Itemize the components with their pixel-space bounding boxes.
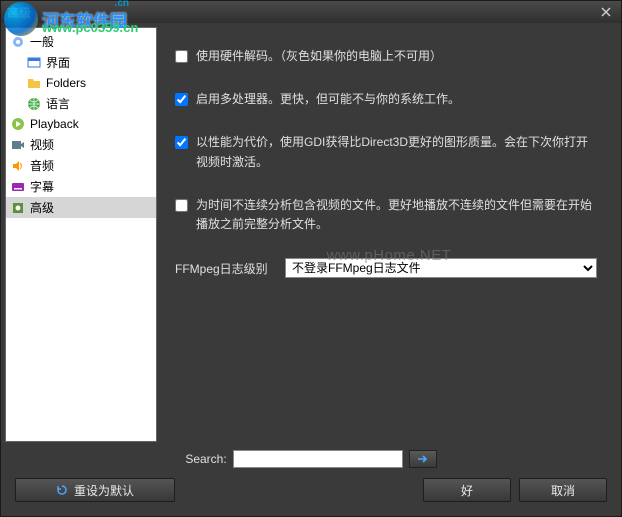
- cancel-button[interactable]: 取消: [519, 478, 607, 502]
- sidebar-item-label: 视频: [30, 136, 54, 153]
- main-row: 一般 界面 Folders 语言: [5, 27, 617, 442]
- window-title: 高级: [7, 4, 597, 21]
- gear-icon: [10, 34, 26, 50]
- sidebar-item-label: Playback: [30, 117, 79, 131]
- sidebar-item-video[interactable]: 视频: [6, 134, 156, 155]
- advanced-icon: [10, 200, 26, 216]
- search-label: Search:: [185, 452, 226, 466]
- advanced-settings-window: 高级 一般 界面 Folders: [0, 0, 622, 517]
- sidebar-item-subtitle[interactable]: 字幕: [6, 176, 156, 197]
- content-area: 一般 界面 Folders 语言: [1, 23, 621, 516]
- ffmpeg-log-label: FFMpeg日志级别: [175, 260, 285, 277]
- play-icon: [10, 116, 26, 132]
- analyze-discont-checkbox[interactable]: [175, 199, 188, 212]
- sidebar-item-folders[interactable]: Folders: [6, 73, 156, 93]
- window-icon: [26, 55, 42, 71]
- sidebar-item-general[interactable]: 一般: [6, 31, 156, 52]
- reset-defaults-button[interactable]: 重设为默认: [15, 478, 175, 502]
- settings-panel: 使用硬件解码。（灰色如果你的电脑上不可用） 启用多处理器。更快，但可能不与你的系…: [161, 27, 617, 442]
- gdi-quality-label: 以性能为代价，使用GDI获得比Direct3D更好的图形质量。会在下次你打开视频…: [196, 133, 597, 171]
- video-icon: [10, 137, 26, 153]
- option-hw-decode: 使用硬件解码。（灰色如果你的电脑上不可用）: [175, 47, 597, 66]
- multi-cpu-checkbox[interactable]: [175, 93, 188, 106]
- sidebar-item-label: 音频: [30, 157, 54, 174]
- reset-button-label: 重设为默认: [74, 482, 134, 499]
- sidebar-item-audio[interactable]: 音频: [6, 155, 156, 176]
- option-analyze-discont: 为时间不连续分析包含视频的文件。更好地播放不连续的文件但需要在开始播放之前完整分…: [175, 196, 597, 234]
- hw-decode-label: 使用硬件解码。（灰色如果你的电脑上不可用）: [196, 47, 597, 66]
- ffmpeg-log-select[interactable]: 不登录FFMpeg日志文件: [285, 258, 597, 278]
- option-gdi-quality: 以性能为代价，使用GDI获得比Direct3D更好的图形质量。会在下次你打开视频…: [175, 133, 597, 171]
- button-row: 重设为默认 好 取消: [15, 478, 607, 502]
- search-go-button[interactable]: [409, 450, 437, 468]
- ok-button[interactable]: 好: [423, 478, 511, 502]
- category-sidebar: 一般 界面 Folders 语言: [5, 27, 157, 442]
- sidebar-item-language[interactable]: 语言: [6, 93, 156, 114]
- folder-icon: [26, 75, 42, 91]
- bottom-bar: Search: 重设为默认 好 取消: [5, 442, 617, 512]
- hw-decode-checkbox[interactable]: [175, 50, 188, 63]
- arrow-right-icon: [417, 454, 429, 464]
- cancel-button-label: 取消: [551, 482, 575, 499]
- search-row: Search:: [15, 450, 607, 468]
- subtitle-icon: [10, 179, 26, 195]
- category-tree: 一般 界面 Folders 语言: [6, 28, 156, 221]
- title-bar: 高级: [1, 1, 621, 23]
- sidebar-item-label: 语言: [46, 95, 70, 112]
- option-multi-cpu: 启用多处理器。更快，但可能不与你的系统工作。: [175, 90, 597, 109]
- analyze-discont-label: 为时间不连续分析包含视频的文件。更好地播放不连续的文件但需要在开始播放之前完整分…: [196, 196, 597, 234]
- gdi-quality-checkbox[interactable]: [175, 136, 188, 149]
- sidebar-item-label: Folders: [46, 76, 86, 90]
- globe-icon: [26, 96, 42, 112]
- audio-icon: [10, 158, 26, 174]
- ok-button-label: 好: [461, 482, 473, 499]
- sidebar-item-label: 字幕: [30, 178, 54, 195]
- sidebar-item-playback[interactable]: Playback: [6, 114, 156, 134]
- sidebar-item-interface[interactable]: 界面: [6, 52, 156, 73]
- sidebar-item-label: 界面: [46, 54, 70, 71]
- close-button[interactable]: [597, 4, 615, 20]
- multi-cpu-label: 启用多处理器。更快，但可能不与你的系统工作。: [196, 90, 597, 109]
- sidebar-item-advanced[interactable]: 高级: [6, 197, 156, 218]
- search-input[interactable]: [233, 450, 403, 468]
- sidebar-item-label: 高级: [30, 199, 54, 216]
- ffmpeg-log-row: FFMpeg日志级别 不登录FFMpeg日志文件: [175, 258, 597, 278]
- sidebar-item-label: 一般: [30, 33, 54, 50]
- close-icon: [601, 7, 611, 17]
- reset-icon: [56, 484, 68, 496]
